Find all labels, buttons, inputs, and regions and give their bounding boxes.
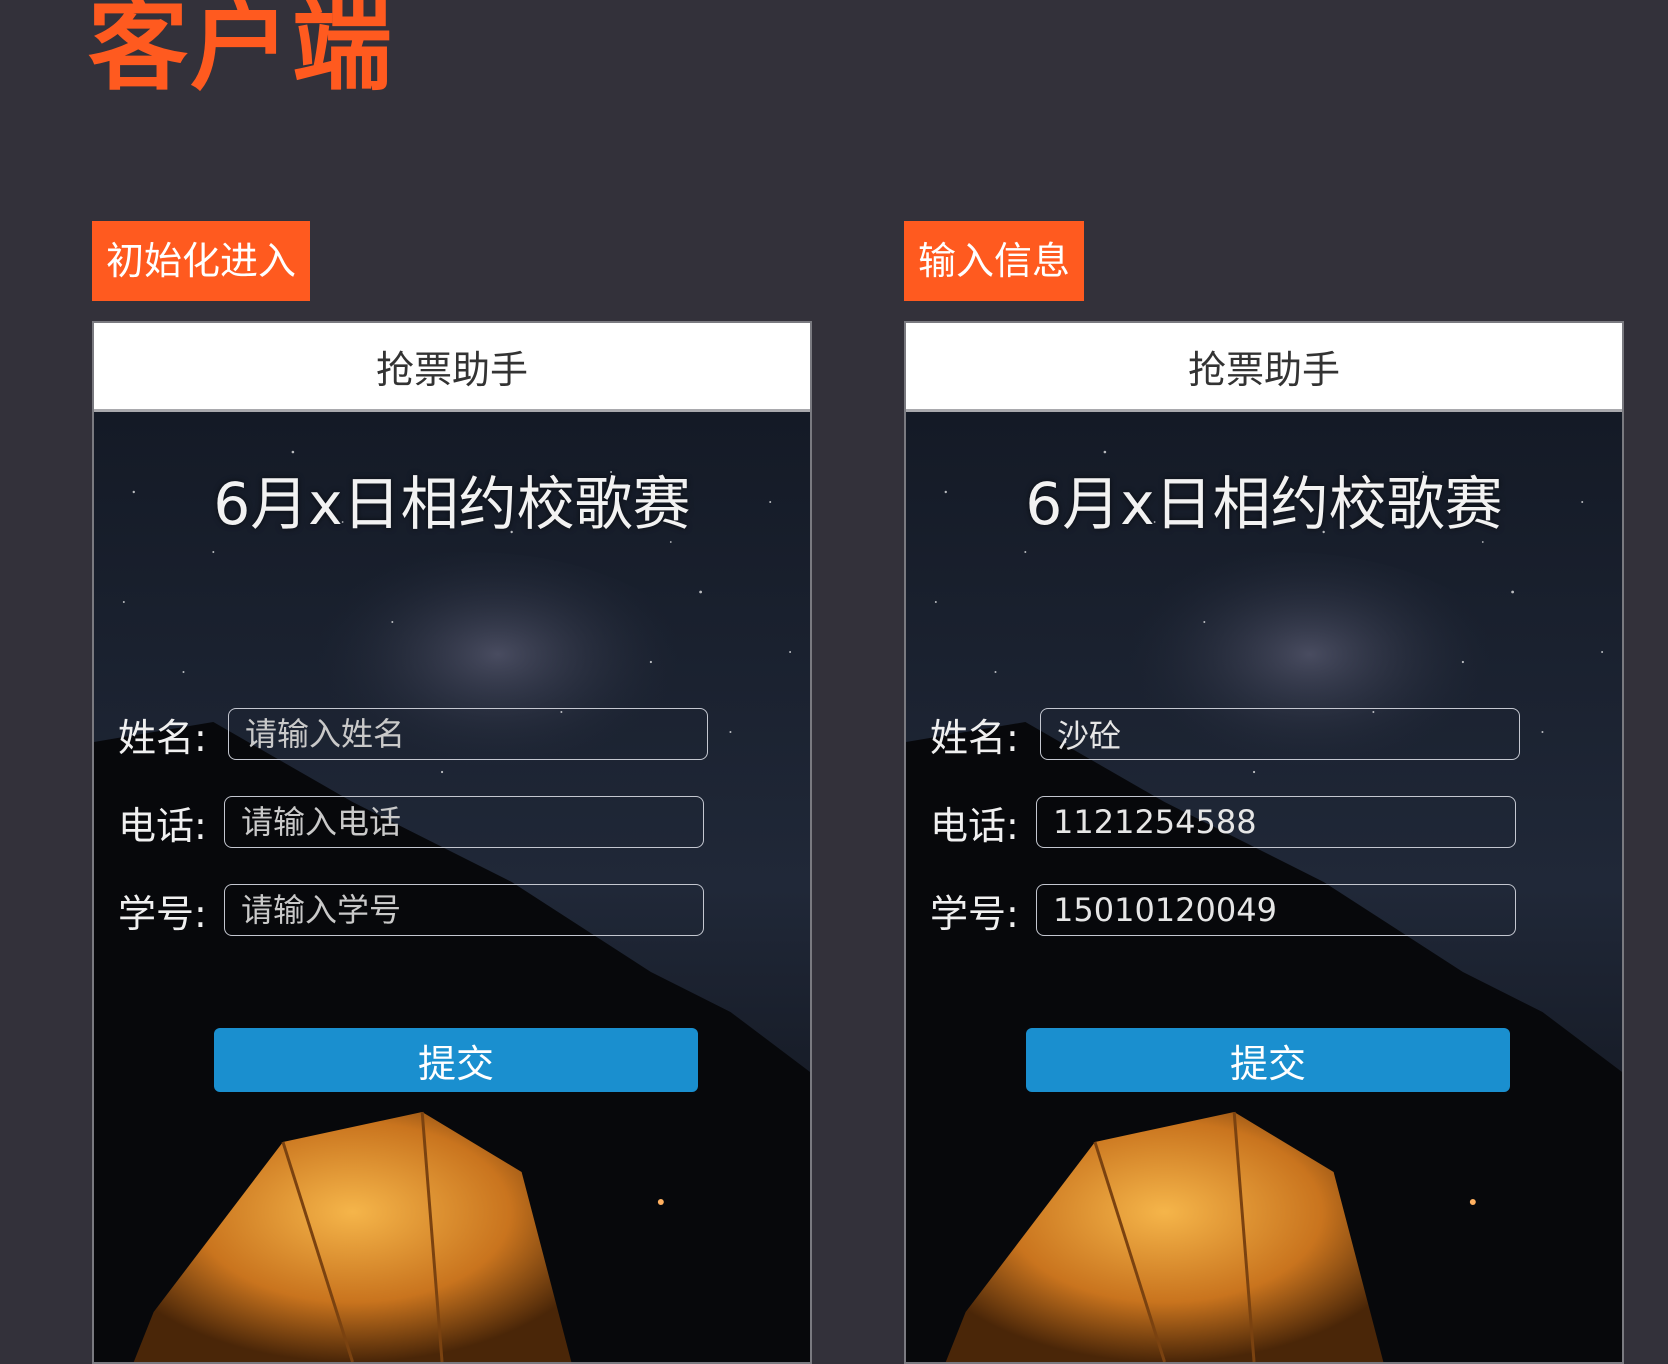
phone-label: 电话: — [118, 803, 207, 848]
step-tag-filled: 输入信息 — [904, 221, 1085, 301]
app-title: 抢票助手 — [1187, 347, 1340, 392]
name-label: 姓名: — [930, 715, 1019, 760]
phone-row: 电话: — [930, 794, 1622, 850]
name-row: 姓名: — [118, 706, 810, 762]
name-input[interactable] — [1040, 708, 1520, 760]
page-heading: 客户端 — [88, 0, 394, 104]
name-row: 姓名: — [930, 706, 1622, 762]
name-input[interactable] — [228, 708, 708, 760]
phone-frame: 抢票助手 — [92, 321, 812, 1364]
night-sky-background: 6月x日相约校歌赛 姓名: 电话: 学号: 提交 — [94, 412, 810, 1362]
phone-frame: 抢票助手 — [904, 321, 1624, 1364]
phone-row: 电话: — [118, 794, 810, 850]
app-header: 抢票助手 — [906, 323, 1622, 412]
submit-button[interactable]: 提交 — [1026, 1028, 1510, 1092]
phone-label: 电话: — [930, 803, 1019, 848]
phone-input[interactable] — [1036, 796, 1516, 848]
phone-input[interactable] — [224, 796, 704, 848]
student-id-input[interactable] — [1036, 884, 1516, 936]
app-title: 抢票助手 — [375, 347, 528, 392]
student-id-label: 学号: — [118, 891, 207, 936]
name-label: 姓名: — [118, 715, 207, 760]
student-id-label: 学号: — [930, 891, 1019, 936]
submit-button[interactable]: 提交 — [214, 1028, 698, 1092]
step-tag-initial: 初始化进入 — [92, 221, 311, 301]
student-id-input[interactable] — [224, 884, 704, 936]
app-header: 抢票助手 — [94, 323, 810, 412]
student-id-row: 学号: — [118, 882, 810, 938]
event-title: 6月x日相约校歌赛 — [213, 470, 691, 538]
night-sky-background: 6月x日相约校歌赛 姓名: 电话: 学号: 提交 — [906, 412, 1622, 1362]
event-title: 6月x日相约校歌赛 — [1025, 470, 1503, 538]
student-id-row: 学号: — [930, 882, 1622, 938]
